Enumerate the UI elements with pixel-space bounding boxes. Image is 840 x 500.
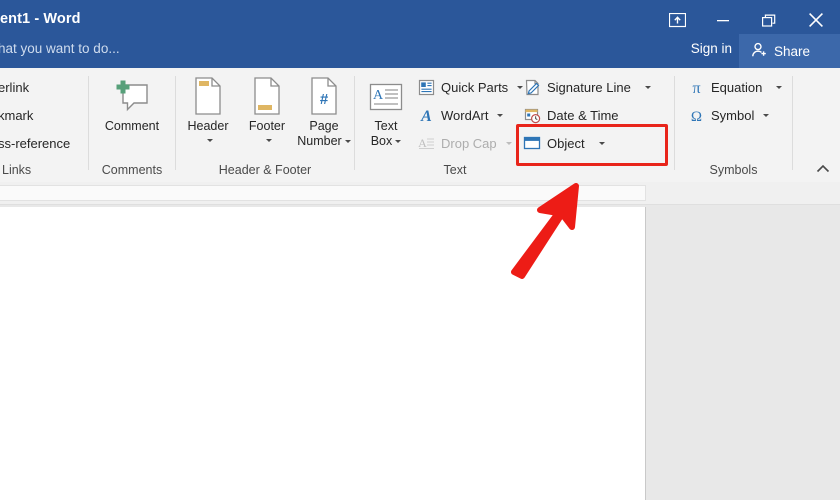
quick-parts-button[interactable]: Quick Parts	[413, 74, 527, 100]
page-number-button[interactable]: # Page Number	[294, 74, 354, 160]
ribbon-group-header-footer: Header Footer # Page Number Header & Foo…	[176, 68, 354, 182]
equation-button[interactable]: π Equation	[683, 74, 786, 100]
object-button[interactable]: Object	[519, 130, 609, 156]
svg-text:π: π	[692, 80, 700, 96]
comment-label: Comment	[104, 119, 160, 133]
ribbon: erlink kmark ss-reference Links Comment …	[0, 68, 840, 183]
signature-line-icon	[523, 78, 541, 96]
svg-text:A: A	[373, 88, 384, 103]
svg-text:A: A	[420, 108, 432, 124]
bookmark-button[interactable]: kmark	[0, 108, 33, 123]
header-button[interactable]: Header	[178, 74, 238, 160]
collapse-ribbon-chevron-icon[interactable]	[814, 160, 832, 178]
hyperlink-button[interactable]: erlink	[0, 80, 29, 95]
quick-parts-label: Quick Parts	[441, 79, 509, 95]
cross-reference-button[interactable]: ss-reference	[0, 136, 70, 151]
svg-text:#: #	[320, 91, 329, 108]
restore-icon[interactable]	[746, 3, 792, 37]
quick-parts-icon	[417, 78, 435, 96]
wordart-button[interactable]: A WordArt	[413, 102, 507, 128]
header-page-icon	[191, 74, 225, 116]
close-icon[interactable]	[792, 3, 840, 37]
header-label: Header	[187, 119, 229, 133]
ribbon-display-options-icon[interactable]	[654, 3, 700, 37]
date-time-button[interactable]: Date & Time	[519, 102, 623, 128]
symbol-dropdown-caret[interactable]	[763, 113, 770, 117]
comment-button[interactable]: Comment	[100, 74, 164, 160]
footer-button[interactable]: Footer	[237, 74, 297, 160]
group-label-symbols: Symbols	[709, 163, 758, 177]
group-label-header-footer: Header & Footer	[218, 163, 312, 177]
text-box-label-2: Box	[371, 134, 402, 149]
ribbon-group-links: erlink kmark ss-reference Links	[0, 68, 88, 182]
equation-dropdown-caret[interactable]	[776, 85, 783, 89]
share-person-icon	[751, 42, 768, 61]
sign-in-link[interactable]: Sign in	[691, 41, 732, 56]
window-title: ent1 - Word	[0, 11, 81, 27]
drop-cap-button: A Drop Cap	[413, 130, 516, 156]
object-dropdown-caret[interactable]	[598, 141, 605, 145]
comment-icon	[112, 74, 152, 116]
ribbon-group-comments: Comment Comments	[89, 68, 175, 182]
title-bar: ent1 - Word hat you want to do... Sign i…	[0, 0, 840, 68]
text-box-button[interactable]: A Text Box	[357, 74, 415, 160]
ribbon-group-symbols: π Equation Ω Symbol Symbols	[675, 68, 792, 182]
page-number-label-2: Number	[297, 134, 351, 149]
footer-dropdown-caret[interactable]	[263, 134, 272, 146]
footer-page-icon	[250, 74, 284, 116]
object-icon	[523, 134, 541, 152]
share-label: Share	[774, 43, 811, 59]
group-label-links: Links	[2, 163, 32, 177]
signature-line-button[interactable]: Signature Line	[519, 74, 655, 100]
signature-line-dropdown-caret[interactable]	[644, 85, 651, 89]
date-time-icon	[523, 106, 541, 124]
group-label-comments: Comments	[101, 163, 163, 177]
symbol-omega-icon: Ω	[687, 106, 705, 124]
ruler[interactable]	[0, 182, 840, 205]
footer-label: Footer	[248, 119, 286, 133]
text-box-icon: A	[367, 74, 405, 116]
header-dropdown-caret[interactable]	[204, 134, 213, 146]
document-area	[0, 182, 840, 500]
svg-text:A: A	[418, 136, 427, 150]
svg-text:Ω: Ω	[690, 109, 701, 124]
date-time-label: Date & Time	[547, 107, 619, 123]
tell-me-search-box[interactable]: hat you want to do...	[0, 41, 120, 56]
wordart-label: WordArt	[441, 107, 489, 123]
drop-cap-icon: A	[417, 134, 435, 152]
symbol-label: Symbol	[711, 107, 755, 123]
share-button[interactable]: Share	[739, 34, 840, 68]
wordart-icon: A	[417, 106, 435, 124]
red-arrow-annotation	[511, 183, 579, 279]
wordart-dropdown-caret[interactable]	[497, 113, 504, 117]
equation-pi-icon: π	[687, 78, 705, 96]
page-number-dropdown-caret[interactable]	[344, 140, 351, 143]
minimize-icon[interactable]	[700, 3, 746, 37]
symbol-button[interactable]: Ω Symbol	[683, 102, 773, 128]
word-window: ent1 - Word hat you want to do... Sign i…	[0, 0, 840, 500]
drop-cap-dropdown-caret	[505, 141, 512, 145]
group-label-text: Text	[443, 163, 467, 177]
drop-cap-label: Drop Cap	[441, 135, 497, 151]
page-number-icon: #	[307, 74, 341, 116]
text-box-dropdown-caret[interactable]	[395, 140, 402, 143]
group-separator	[792, 76, 793, 170]
object-label: Object	[547, 135, 585, 151]
text-box-label-1: Text	[374, 119, 398, 133]
equation-label: Equation	[711, 79, 763, 95]
signature-line-label: Signature Line	[547, 79, 631, 95]
ribbon-group-text: A Text Box Quick Parts A WordArt A Drop …	[355, 68, 674, 182]
page-number-label-1: Page	[309, 119, 339, 133]
